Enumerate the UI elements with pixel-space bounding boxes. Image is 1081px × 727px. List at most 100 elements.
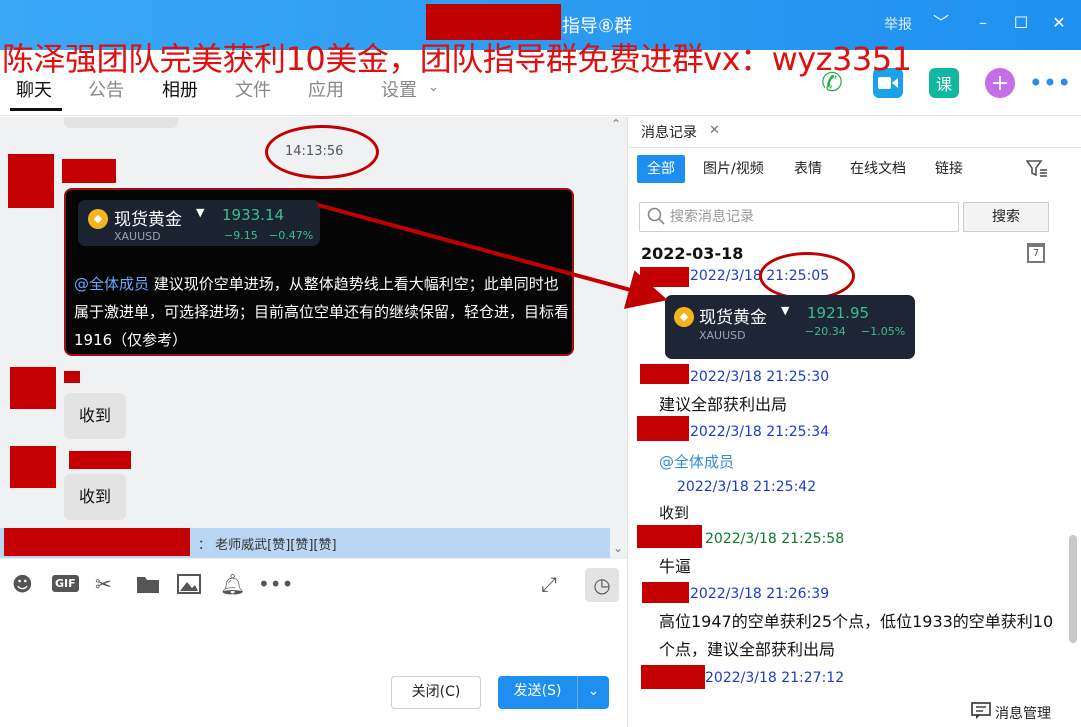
message-input-area[interactable]: 关闭(C) 发送(S) ⌄ (0, 610, 628, 727)
quote-name: 现货黄金 (699, 308, 767, 328)
reply-bubble: 收到 (64, 474, 127, 520)
filter-emoji[interactable]: 表情 (784, 155, 832, 183)
sender-name (69, 451, 131, 469)
collapse-icon[interactable]: ⌃ (611, 117, 621, 131)
message-body: 建议现价空单进场，从整体趋势线上看大幅利空；此单同时也属于激进单，可选择进场；目… (74, 275, 570, 349)
caret-down-icon: ▼ (196, 206, 205, 219)
message-bubble: ◆ 现货黄金 ▼ XAUUSD 1933.14 −9.15 −0.47% @全体… (64, 188, 574, 356)
minimize-button[interactable]: – (970, 10, 996, 36)
emoji-icon[interactable]: ☻ (12, 572, 33, 596)
avatar[interactable] (10, 446, 56, 488)
message-history-panel: 消息记录 ✕ 全部 图片/视频 表情 在线文档 链接 搜索 2022-03-18… (629, 117, 1081, 727)
sender-name (64, 371, 80, 383)
quote-change: −20.34 (805, 325, 846, 338)
course-icon[interactable]: 课 (929, 68, 959, 98)
quote-symbol: XAUUSD (699, 329, 746, 342)
history-tab[interactable]: 消息记录 ✕ (629, 117, 733, 147)
more-tools-icon[interactable]: ••• (258, 572, 293, 596)
image-icon[interactable] (177, 574, 201, 599)
quote-change-pct: −1.05% (861, 325, 906, 338)
bell-icon[interactable]: 🔔︎ (220, 572, 245, 596)
report-link[interactable]: 举报 (884, 14, 912, 34)
chat-area: ⌃ 14:13:56 ◆ 现货黄金 ▼ XAUUSD 1933.14 −9.15… (0, 117, 628, 559)
record-time: 2022/3/18 21:26:39 (690, 586, 830, 602)
filter-media[interactable]: 图片/视频 (693, 155, 774, 183)
filter-all[interactable]: 全部 (637, 155, 685, 183)
quote-card[interactable]: ◆ 现货黄金 ▼ XAUUSD 1921.95 −20.34 −1.05% (665, 295, 915, 359)
send-options-chevron-icon[interactable]: ⌄ (577, 676, 609, 709)
add-app-icon[interactable]: + (985, 68, 1015, 98)
record-time: 2022/3/18 21:27:12 (705, 670, 845, 686)
expand-down-icon[interactable]: ⌄ (613, 541, 623, 555)
avatar[interactable] (8, 154, 54, 208)
folder-icon[interactable] (136, 574, 160, 599)
gif-icon[interactable]: GIF (52, 575, 79, 592)
record-time: 2022/3/18 21:25:34 (690, 424, 830, 440)
quote-name: 现货黄金 (114, 210, 182, 230)
chevron-down-icon[interactable]: ﹀ (928, 10, 954, 36)
highlight-circle (265, 125, 379, 179)
close-button[interactable]: 关闭(C) (391, 676, 481, 709)
message-text: @全体成员 建议现价空单进场，从整体趋势线上看大幅利空；此单同时也属于激进单，可… (74, 270, 570, 354)
redacted-sender (641, 665, 705, 689)
history-scrollbar[interactable] (1069, 535, 1077, 643)
more-icon[interactable]: ••• (1029, 68, 1071, 98)
scissors-icon[interactable]: ✂ (95, 572, 112, 596)
overlay-caption: 陈泽强团队完美获利10美金，团队指导群免费进群vx：wyz3351 (2, 40, 912, 78)
quote-symbol: XAUUSD (114, 230, 161, 243)
filter-icon[interactable] (1025, 159, 1048, 183)
redacted-sender (640, 267, 689, 287)
record-text[interactable]: @全体成员 (659, 448, 734, 476)
previous-bubble (64, 117, 178, 128)
redacted-sender (640, 364, 689, 384)
history-date: 2022-03-18 (641, 244, 744, 263)
record-text: 收到 (659, 504, 690, 522)
filter-docs[interactable]: 在线文档 (840, 155, 916, 183)
send-button[interactable]: 发送(S) (498, 676, 577, 709)
redacted-sender (637, 416, 689, 441)
calendar-icon[interactable]: 7 (1027, 243, 1045, 263)
gold-coin-icon: ◆ (88, 209, 108, 229)
composer-toolbar: ☻ GIF ✂ 🔔︎ ••• ⤢ ◷ (0, 560, 628, 610)
caret-down-icon: ▼ (781, 304, 790, 317)
maximize-button[interactable]: ☐ (1008, 10, 1034, 36)
message-manage-icon[interactable] (971, 702, 991, 724)
avatar[interactable] (10, 367, 56, 409)
search-icon (647, 207, 665, 229)
quote-card[interactable]: ◆ 现货黄金 ▼ XAUUSD 1933.14 −9.15 −0.47% (78, 200, 320, 246)
quote-change: −9.15 (224, 229, 258, 242)
quote-price: 1933.14 (222, 206, 285, 224)
close-window-button[interactable]: ✕ (1046, 10, 1072, 36)
message-manage-link[interactable]: 消息管理 (995, 703, 1051, 723)
new-message-bar[interactable]: ： 老师威武[赞][赞][赞] (0, 528, 610, 558)
quote-price: 1921.95 (807, 304, 870, 322)
record-time: 2022/3/18 21:25:58 (705, 531, 845, 547)
divider (629, 147, 1081, 148)
redacted-sender (637, 525, 702, 548)
record-text: 牛逼 (659, 557, 692, 576)
gold-coin-icon: ◆ (674, 307, 694, 327)
record-time: 2022/3/18 21:25:42 (677, 479, 817, 495)
settings-chevron-icon[interactable]: ⌄ (428, 80, 439, 95)
record-text: 高位1947的空单获利25个点，低位1933的空单获利10个点，建议全部获利出局 (659, 612, 1054, 659)
record-text: 建议全部获利出局 (659, 395, 788, 414)
active-tab-underline (10, 108, 62, 111)
mention-all[interactable]: @全体成员 (74, 275, 149, 293)
redacted-sender (642, 582, 689, 603)
search-button[interactable]: 搜索 (963, 202, 1049, 232)
redacted-sender (4, 528, 190, 556)
filter-links[interactable]: 链接 (925, 155, 973, 183)
history-tab-label: 消息记录 (641, 125, 697, 141)
search-input[interactable] (670, 207, 950, 227)
highlight-circle (759, 252, 855, 300)
sender-name (62, 159, 116, 183)
expand-icon[interactable]: ⤢ (541, 572, 557, 596)
new-message-text: ： 老师威武[赞][赞][赞] (198, 538, 337, 553)
history-clock-icon[interactable]: ◷ (585, 568, 619, 602)
reply-bubble: 收到 (64, 393, 127, 439)
close-icon[interactable]: ✕ (709, 123, 720, 138)
history-footer: 消息管理 (629, 697, 1081, 727)
history-search[interactable] (639, 202, 959, 232)
record-time: 2022/3/18 21:25:30 (690, 369, 830, 385)
quote-change-pct: −0.47% (269, 229, 314, 242)
